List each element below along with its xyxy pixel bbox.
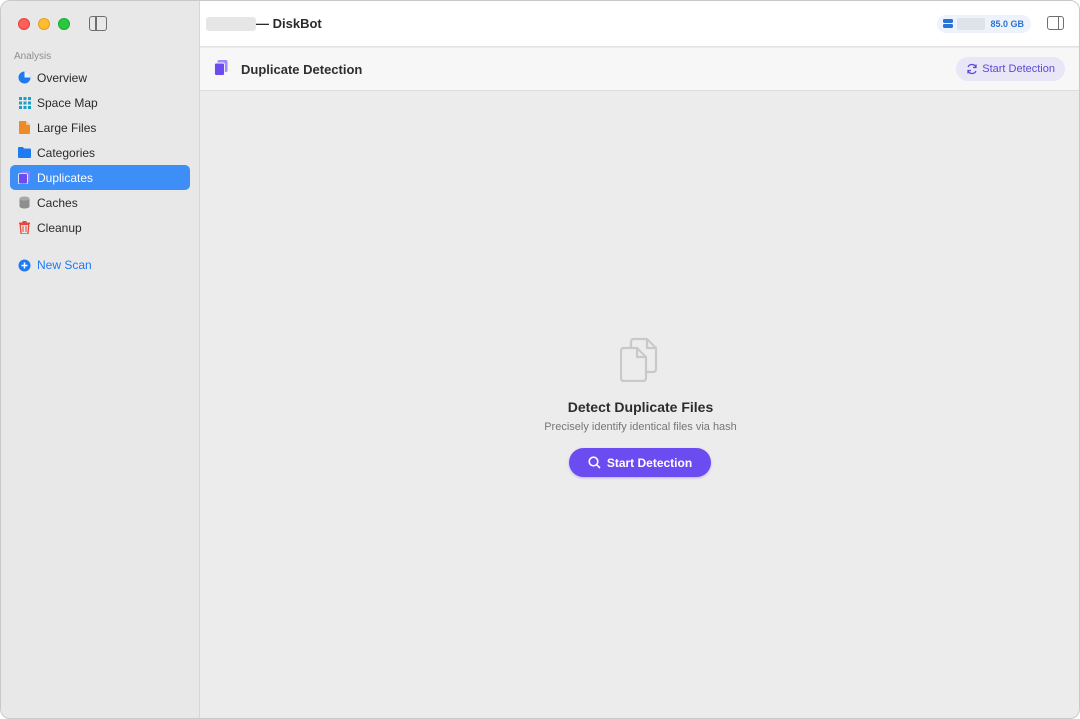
- sidebar-item-space-map[interactable]: Space Map: [10, 90, 190, 115]
- new-scan-label: New Scan: [37, 258, 92, 272]
- close-window-button[interactable]: [18, 18, 30, 30]
- duplicate-files-icon: [619, 336, 660, 387]
- cylinder-icon: [18, 196, 31, 209]
- content-toolbar: Duplicate Detection Start Detection: [200, 48, 1079, 91]
- folder-icon: [18, 146, 31, 159]
- grid-icon: [18, 96, 31, 109]
- sidebar-section-label: Analysis: [14, 51, 52, 62]
- page-title: Duplicate Detection: [241, 62, 363, 77]
- redacted-disk-name: [957, 18, 986, 30]
- duplicate-docs-icon: [18, 171, 31, 184]
- sidebar-item-large-files[interactable]: Large Files: [10, 115, 190, 140]
- sidebar-toggle-icon[interactable]: [89, 16, 107, 31]
- plus-circle-icon: [18, 259, 31, 272]
- duplicate-docs-icon: [214, 60, 228, 81]
- empty-state: Detect Duplicate Files Precisely identif…: [200, 91, 1079, 718]
- start-detection-toolbar-button[interactable]: Start Detection: [956, 57, 1065, 81]
- sidebar-item-categories[interactable]: Categories: [10, 140, 190, 165]
- new-scan-link[interactable]: New Scan: [18, 258, 92, 272]
- sidebar-item-label: Duplicates: [37, 170, 94, 185]
- sidebar-item-duplicates[interactable]: Duplicates: [10, 165, 190, 190]
- search-icon: [588, 456, 601, 469]
- title-bar: — DiskBot 85.0 GB: [200, 1, 1079, 47]
- window-controls: [18, 18, 70, 30]
- sidebar-item-label: Categories: [37, 145, 96, 160]
- start-detection-toolbar-label: Start Detection: [982, 63, 1055, 75]
- sidebar-item-label: Space Map: [37, 95, 98, 110]
- app-window: Analysis Overview Space Map Large Files …: [0, 0, 1080, 719]
- minimize-window-button[interactable]: [38, 18, 50, 30]
- empty-state-title: Detect Duplicate Files: [567, 399, 714, 415]
- sidebar-item-cleanup[interactable]: Cleanup: [10, 215, 190, 240]
- sidebar-item-overview[interactable]: Overview: [10, 65, 190, 90]
- sidebar: Analysis Overview Space Map Large Files …: [1, 1, 200, 718]
- start-detection-label: Start Detection: [606, 455, 693, 470]
- empty-state-subtitle: Precisely identify identical files via h…: [544, 421, 737, 433]
- redacted-volume-name: [206, 17, 256, 31]
- sidebar-nav: Overview Space Map Large Files Categorie…: [10, 65, 190, 240]
- sidebar-item-label: Overview: [37, 70, 88, 85]
- pie-chart-icon: [18, 71, 31, 84]
- zoom-window-button[interactable]: [58, 18, 70, 30]
- sidebar-item-label: Caches: [37, 195, 78, 210]
- start-detection-button[interactable]: Start Detection: [569, 448, 711, 477]
- trash-icon: [18, 221, 31, 234]
- document-icon: [18, 121, 31, 134]
- inspector-toggle-icon[interactable]: [1047, 16, 1064, 30]
- sidebar-item-label: Large Files: [37, 120, 97, 135]
- sidebar-item-caches[interactable]: Caches: [10, 190, 190, 215]
- drive-icon: [943, 18, 954, 30]
- disk-size-text: 85.0 GB: [990, 19, 1024, 29]
- disk-size-badge[interactable]: 85.0 GB: [937, 15, 1031, 33]
- window-title: — DiskBot: [256, 16, 322, 31]
- sidebar-item-label: Cleanup: [37, 220, 82, 235]
- refresh-icon: [966, 63, 978, 75]
